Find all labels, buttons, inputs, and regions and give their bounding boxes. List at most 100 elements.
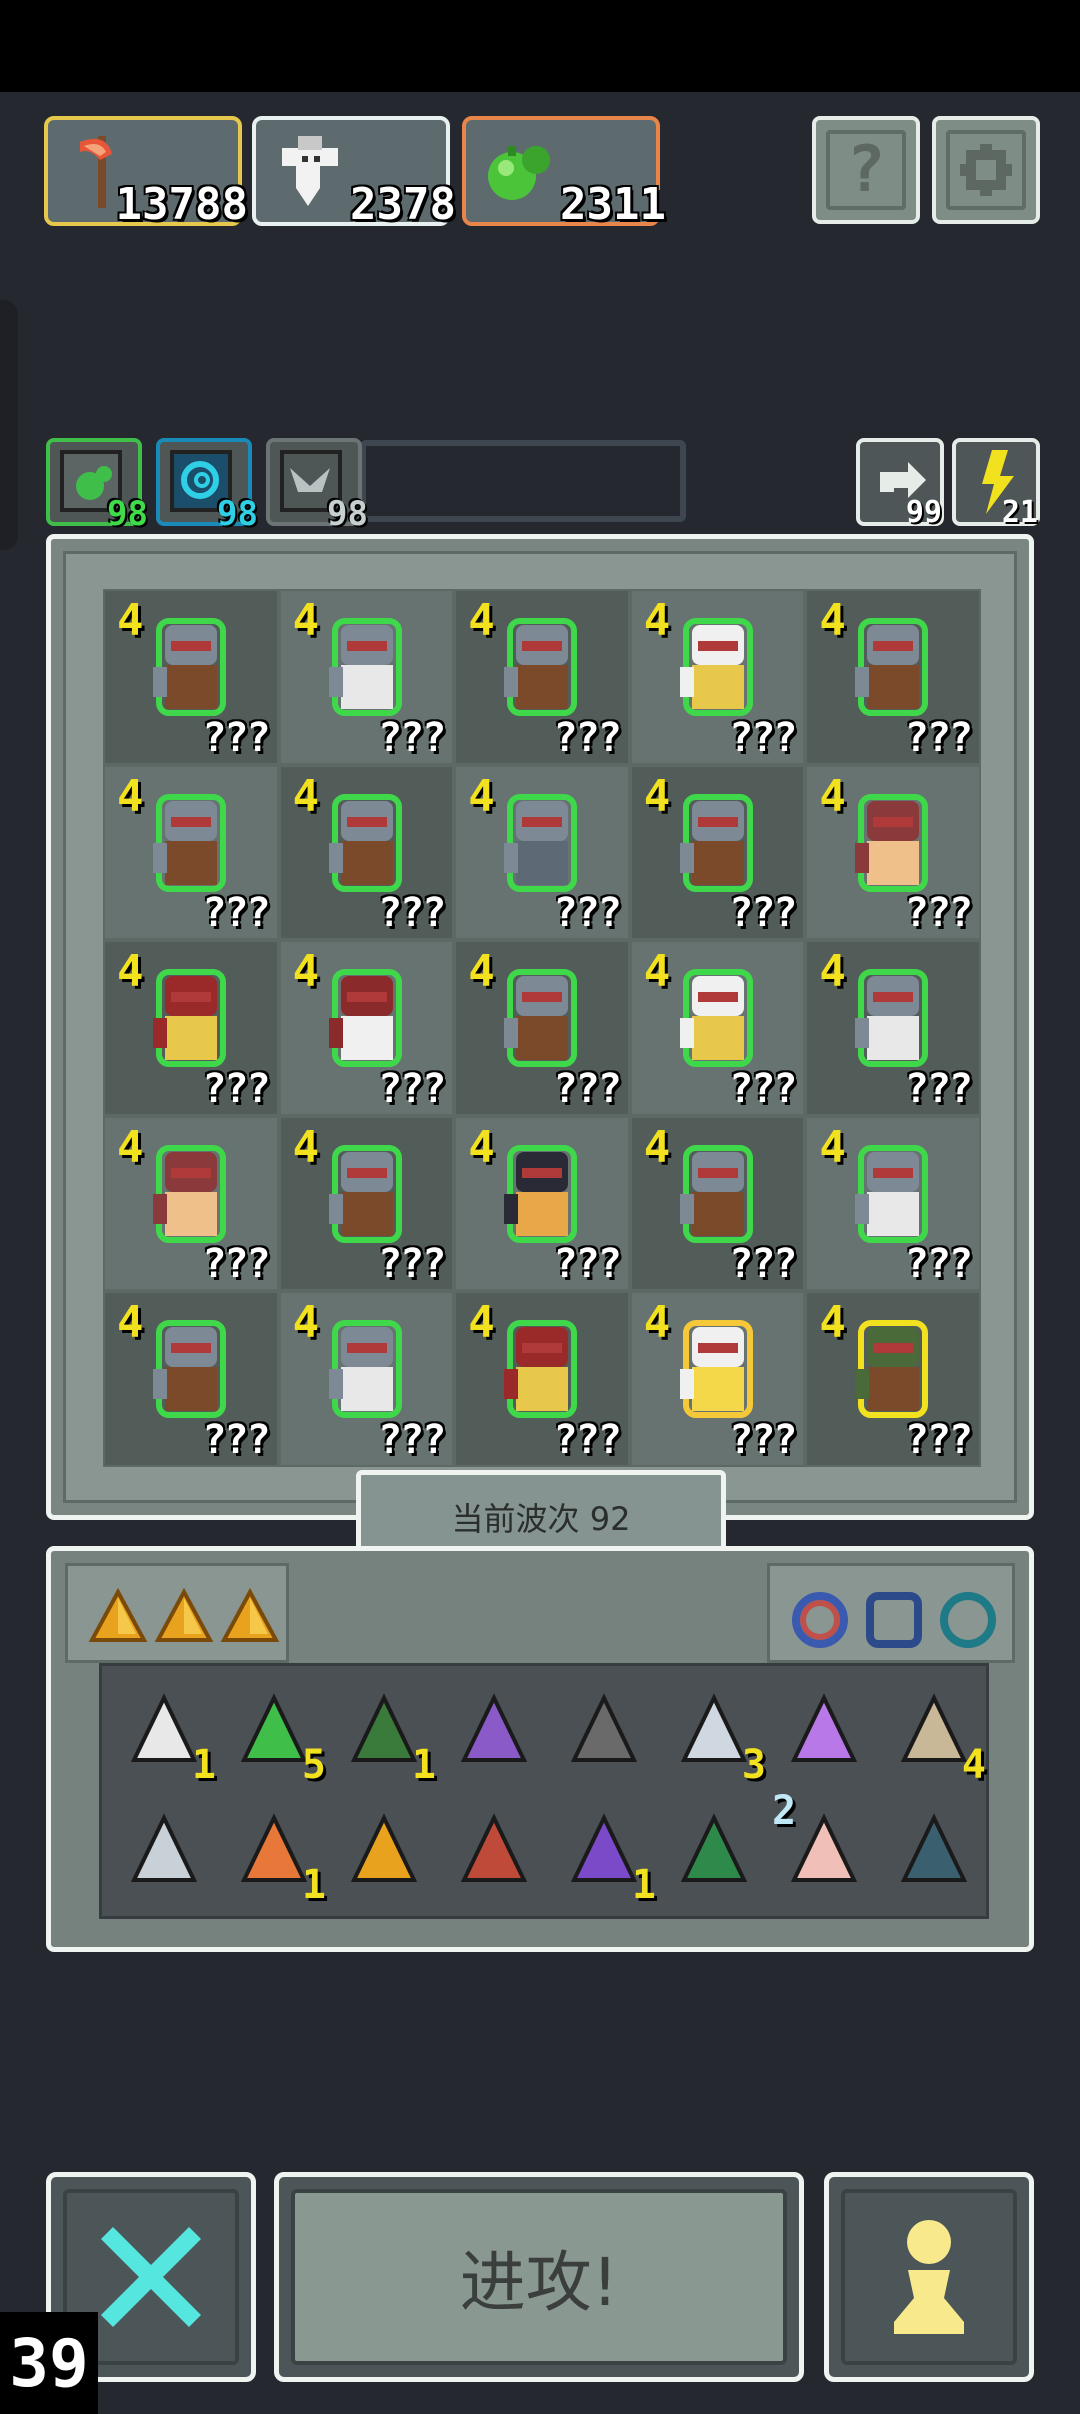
hero-cell[interactable]: 4??? xyxy=(629,589,806,765)
inventory-grid: 1 5 1 3 4 1 1 2 xyxy=(99,1663,989,1919)
hero-cell[interactable]: 4??? xyxy=(278,764,455,941)
slot-grey[interactable]: 98 xyxy=(266,438,368,534)
item-count: 3 xyxy=(741,1742,766,1788)
hero-level: 4 xyxy=(117,595,144,646)
wave-label: 当前波次 92 xyxy=(451,1500,631,1538)
hero-level: 4 xyxy=(468,770,495,822)
hero-cell[interactable]: 4??? xyxy=(805,1291,981,1467)
hero-name: ??? xyxy=(553,714,622,761)
hero-cell[interactable]: 4??? xyxy=(454,1291,630,1467)
hero-cell[interactable]: 4??? xyxy=(278,940,455,1116)
gold-triangle-icon[interactable] xyxy=(220,1588,280,1644)
hero-level: 4 xyxy=(643,770,671,822)
inventory-item[interactable]: 2 xyxy=(772,1788,872,1898)
hero-level: 4 xyxy=(292,1121,320,1173)
hero-cell[interactable]: 4??? xyxy=(454,1115,630,1292)
item-count: 1 xyxy=(411,1742,436,1788)
question-icon: ? xyxy=(826,130,906,210)
hero-warrior-red-icon xyxy=(504,1320,578,1419)
hero-cell[interactable]: 4??? xyxy=(103,1115,279,1292)
resource-potion: 2311 xyxy=(462,116,666,230)
hero-warrior-red-icon xyxy=(153,969,226,1068)
hero-cell[interactable]: 4??? xyxy=(629,1291,806,1467)
hero-name: ??? xyxy=(904,890,973,937)
help-button[interactable]: ? xyxy=(812,116,920,224)
hero-cell[interactable]: 4??? xyxy=(103,1291,279,1467)
refresh-button[interactable]: 99 xyxy=(856,438,944,530)
inventory-item[interactable] xyxy=(776,1682,872,1778)
hero-cell[interactable]: 4??? xyxy=(805,589,981,765)
pawn-icon xyxy=(841,2189,1017,2365)
hero-cell[interactable]: 4??? xyxy=(629,1115,806,1292)
hero-level: 4 xyxy=(819,595,846,646)
inventory-tabs xyxy=(65,1563,289,1663)
hero-cell[interactable]: 4??? xyxy=(103,764,279,941)
attack-button[interactable]: 进攻! xyxy=(274,2172,804,2382)
pawn-button[interactable] xyxy=(824,2172,1034,2382)
resource-axe: 13788 xyxy=(44,116,248,230)
inventory-item[interactable] xyxy=(336,1802,432,1898)
resource-value: 2311 xyxy=(560,179,666,230)
inventory-item[interactable] xyxy=(446,1682,542,1778)
sword-icon xyxy=(130,1813,198,1882)
side-drawer-tab[interactable] xyxy=(0,300,18,550)
hero-cell[interactable]: 4??? xyxy=(454,764,630,941)
hero-cell[interactable]: 4??? xyxy=(629,940,806,1116)
hero-cell[interactable]: 4??? xyxy=(805,1115,981,1292)
hero-knight-shield-icon xyxy=(328,1144,402,1243)
hero-name: ??? xyxy=(553,1241,622,1288)
item-count: 2 xyxy=(772,1788,797,1834)
inventory-item[interactable] xyxy=(666,1802,762,1898)
hero-knight-shield-icon xyxy=(153,793,226,892)
hero-knight-helmet-icon xyxy=(504,793,578,892)
hero-name: ??? xyxy=(377,1241,446,1288)
inventory-item[interactable] xyxy=(556,1682,652,1778)
hero-cell[interactable]: 4??? xyxy=(629,764,806,941)
hero-level: 4 xyxy=(117,770,144,822)
hero-knight-bearded-icon xyxy=(855,1144,929,1243)
hero-cell[interactable]: 4??? xyxy=(805,764,981,941)
magic-key-icon xyxy=(790,1693,858,1762)
inventory-item[interactable]: 3 xyxy=(666,1682,766,1788)
settings-button[interactable] xyxy=(932,116,1040,224)
hero-name: ??? xyxy=(202,714,270,761)
inventory-item[interactable]: 5 xyxy=(226,1682,326,1788)
hero-name: ??? xyxy=(729,714,797,761)
slot-green[interactable]: 98 xyxy=(46,438,148,534)
hero-knight-shield-icon xyxy=(504,969,578,1068)
inventory-item[interactable]: 1 xyxy=(336,1682,436,1788)
blue-red-ring-icon[interactable] xyxy=(792,1592,848,1648)
hero-cell[interactable]: 4??? xyxy=(454,940,630,1116)
purple-bat-icon xyxy=(460,1693,528,1762)
inventory-item[interactable] xyxy=(116,1802,212,1898)
inventory-item[interactable]: 1 xyxy=(556,1802,656,1908)
fps-counter: 39 xyxy=(0,2312,98,2414)
lightning-button[interactable]: 21 xyxy=(952,438,1040,530)
hero-priest-staff-icon xyxy=(679,969,753,1068)
inventory-item[interactable] xyxy=(886,1802,982,1898)
hero-cell[interactable]: 4??? xyxy=(103,589,279,765)
item-count: 5 xyxy=(301,1742,326,1788)
hero-cell[interactable]: 4??? xyxy=(278,1291,455,1467)
inventory-item[interactable]: 4 xyxy=(886,1682,986,1788)
hero-cell[interactable]: 4??? xyxy=(278,1115,455,1292)
hero-level: 4 xyxy=(292,595,320,646)
hero-cell[interactable]: 4??? xyxy=(103,940,279,1116)
hero-bandit-icon xyxy=(153,1144,226,1243)
hero-name: ??? xyxy=(377,1417,446,1463)
hero-knight-shield-icon xyxy=(679,1144,753,1243)
teal-ring-icon[interactable] xyxy=(940,1592,996,1648)
inventory-item[interactable]: 1 xyxy=(116,1682,216,1788)
gold-triangle-icon[interactable] xyxy=(154,1588,214,1644)
hero-cell[interactable]: 4??? xyxy=(454,589,630,765)
hero-knight-shield-icon xyxy=(855,618,929,716)
hero-cell[interactable]: 4??? xyxy=(805,940,981,1116)
inventory-item[interactable]: 1 xyxy=(226,1802,326,1908)
hero-cell[interactable]: 4??? xyxy=(278,589,455,765)
blue-amulet-icon[interactable] xyxy=(866,1592,922,1648)
slot-blue[interactable]: 98 xyxy=(156,438,258,534)
gold-triangle-icon[interactable] xyxy=(88,1588,148,1644)
hero-level: 4 xyxy=(468,1121,495,1173)
hero-level: 4 xyxy=(819,946,846,998)
inventory-item[interactable] xyxy=(446,1802,542,1898)
